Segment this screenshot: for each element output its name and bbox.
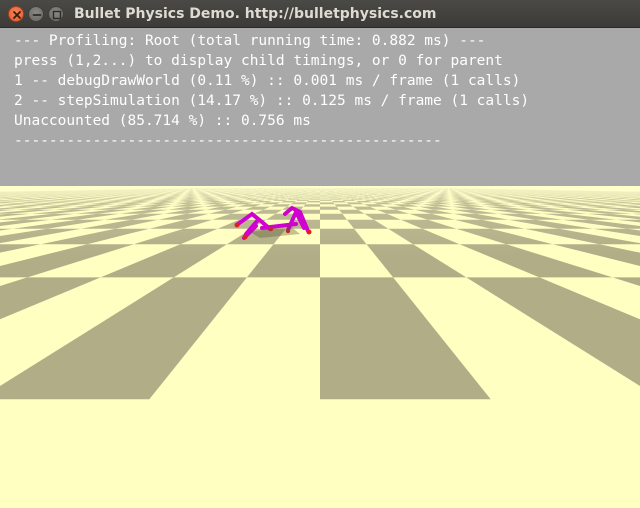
profiler-line-stepsimulation: 2 -- stepSimulation (14.17 %) :: 0.125 m… — [14, 93, 530, 109]
maximize-icon — [52, 10, 62, 20]
maximize-button[interactable] — [48, 6, 64, 22]
horizon-haze — [0, 186, 640, 256]
close-icon — [13, 11, 21, 19]
profiler-line-debugdraw: 1 -- debugDrawWorld (0.11 %) :: 0.001 ms… — [14, 73, 521, 89]
window-title: Bullet Physics Demo. http://bulletphysic… — [74, 6, 437, 22]
profiler-line-separator: ----------------------------------------… — [14, 133, 442, 149]
profiler-overlay: --- Profiling: Root (total running time:… — [14, 31, 529, 151]
title-bar[interactable]: Bullet Physics Demo. http://bulletphysic… — [0, 0, 640, 28]
render-viewport[interactable]: --- Profiling: Root (total running time:… — [0, 28, 640, 508]
close-button[interactable] — [8, 6, 24, 22]
minimize-button[interactable] — [28, 6, 44, 22]
profiler-line-hint: press (1,2...) to display child timings,… — [14, 53, 503, 69]
profiler-line-unaccounted: Unaccounted (85.714 %) :: 0.756 ms — [14, 113, 311, 129]
app-window: Bullet Physics Demo. http://bulletphysic… — [0, 0, 640, 508]
profiler-line-header: --- Profiling: Root (total running time:… — [14, 33, 486, 49]
minimize-icon — [32, 14, 42, 16]
